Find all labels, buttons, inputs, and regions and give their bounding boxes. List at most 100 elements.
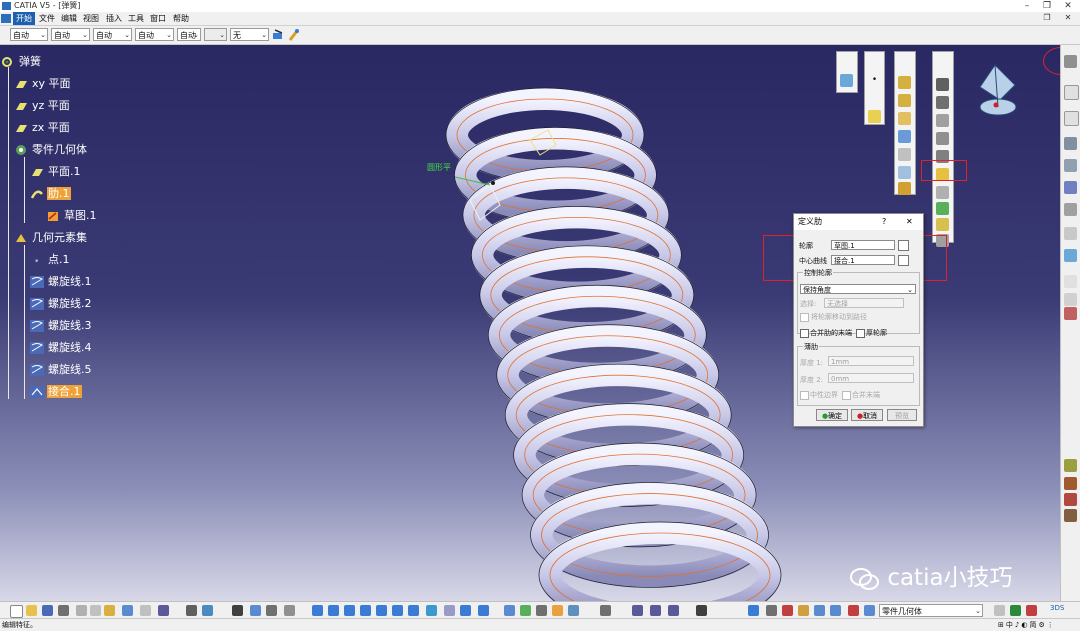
pocket-tool-icon[interactable] — [898, 94, 911, 107]
multi-section-tool-icon[interactable] — [936, 78, 949, 91]
publish-icon[interactable] — [1064, 459, 1077, 472]
define-work-object-icon[interactable] — [864, 605, 875, 616]
constraint-display-icon[interactable] — [782, 605, 793, 616]
menu-tools[interactable]: 工具 — [125, 12, 147, 25]
material-library-icon[interactable] — [568, 605, 579, 616]
preview-button[interactable]: 预览 — [887, 409, 917, 421]
measure-item-icon[interactable] — [650, 605, 661, 616]
sketch-plane-icon[interactable] — [848, 605, 859, 616]
tree-item-rib1[interactable]: 肋.1 — [30, 186, 71, 202]
print-icon[interactable] — [58, 605, 69, 616]
layer-combo[interactable]: 无 ⌄ — [230, 28, 269, 41]
tree-item-sketch1[interactable]: 草图.1 — [46, 208, 98, 224]
ok-button[interactable]: ●确定 — [816, 409, 848, 421]
hole-tool-icon[interactable] — [898, 148, 911, 161]
center-curve-field[interactable]: 接合.1 — [831, 255, 895, 265]
macro-icon[interactable] — [600, 605, 611, 616]
menu-window[interactable]: 窗口 — [147, 12, 169, 25]
point-tool-icon[interactable]: • — [868, 74, 881, 87]
transform-icon[interactable] — [1064, 275, 1077, 288]
swap-visible-icon[interactable] — [478, 605, 489, 616]
update-icon[interactable] — [520, 605, 531, 616]
zoom-in-icon[interactable] — [376, 605, 387, 616]
painter-icon[interactable] — [271, 28, 285, 42]
material-icon[interactable] — [1064, 477, 1077, 490]
thickness1-field[interactable]: 1mm — [828, 356, 914, 366]
parameter-icon[interactable] — [798, 605, 809, 616]
apply-material-icon[interactable] — [1064, 493, 1077, 506]
save-icon[interactable] — [42, 605, 53, 616]
transparency-combo[interactable]: 自动 ⌄ — [51, 28, 90, 41]
axis-icon[interactable] — [1064, 203, 1077, 216]
profile-field[interactable]: 草图.1 — [831, 240, 895, 250]
view-mode-icon[interactable] — [766, 605, 777, 616]
neutral-fiber-checkbox[interactable] — [800, 391, 809, 400]
undo-icon[interactable] — [122, 605, 133, 616]
thickness-tool-icon[interactable] — [936, 132, 949, 145]
layer-filter-combo[interactable]: ⌄ — [204, 28, 227, 41]
doc-close-button[interactable]: ✕ — [1058, 12, 1078, 24]
cancel-button[interactable]: ●取消 — [851, 409, 883, 421]
brush-icon[interactable] — [287, 28, 301, 42]
normal-view-icon[interactable] — [408, 605, 419, 616]
rotate-part-icon[interactable] — [536, 605, 547, 616]
solid-combine-tool-icon[interactable] — [936, 202, 949, 215]
catalog-icon[interactable] — [266, 605, 277, 616]
removed-section-tool-icon[interactable] — [936, 96, 949, 109]
line-weight-combo[interactable]: 自动 ⌄ — [93, 28, 132, 41]
tree-item-zx-plane[interactable]: zx 平面 — [14, 120, 71, 136]
doc-restore-button[interactable]: ❐ — [1037, 12, 1057, 24]
table-icon[interactable] — [232, 605, 243, 616]
delete-icon[interactable] — [1026, 605, 1037, 616]
work-object-combo[interactable]: 零件几何体 ⌄ — [879, 604, 983, 617]
point-style-combo[interactable]: 自动 ⌄ — [177, 28, 201, 41]
control-profile-select[interactable]: 保持角度 ⌄ — [800, 284, 916, 294]
annotation-icon[interactable] — [1064, 307, 1077, 320]
boolean-icon[interactable] — [1064, 249, 1077, 262]
line-tool-icon[interactable] — [868, 92, 881, 105]
redo-icon[interactable] — [140, 605, 151, 616]
menu-start[interactable]: 开始 — [13, 12, 35, 25]
tree-item-helix1[interactable]: 螺旋线.1 — [30, 274, 93, 290]
tree-item-helix5[interactable]: 螺旋线.5 — [30, 362, 93, 378]
shell-tool-icon[interactable] — [936, 114, 949, 127]
analysis-icon[interactable] — [1064, 137, 1077, 150]
tree-item-helix2[interactable]: 螺旋线.2 — [30, 296, 93, 312]
dialog-close-button[interactable]: ✕ — [906, 214, 913, 230]
merge-ends-checkbox[interactable] — [800, 329, 809, 338]
shading-icon[interactable] — [444, 605, 455, 616]
sketch-quick-icon[interactable] — [552, 605, 563, 616]
open-icon[interactable] — [26, 605, 37, 616]
sketcher-icon[interactable] — [1064, 111, 1079, 126]
selection-field[interactable]: 无选择 — [824, 298, 904, 308]
comment-icon[interactable] — [202, 605, 213, 616]
stiffener-tool-icon[interactable] — [898, 182, 911, 195]
tree-item-helix4[interactable]: 螺旋线.4 — [30, 340, 93, 356]
zoom-out-icon[interactable] — [392, 605, 403, 616]
thick-profile-checkbox[interactable] — [856, 329, 865, 338]
measure-between-icon[interactable] — [632, 605, 643, 616]
slot-tool-icon[interactable] — [936, 186, 949, 199]
hide-show-icon[interactable] — [460, 605, 471, 616]
paste-icon[interactable] — [104, 605, 115, 616]
close-window-button[interactable]: ✕ — [1058, 0, 1078, 12]
menu-insert[interactable]: 插入 — [103, 12, 125, 25]
reorder-icon[interactable] — [1010, 605, 1021, 616]
draft-tool-icon[interactable] — [936, 218, 949, 231]
check-icon[interactable] — [284, 605, 295, 616]
tree-item-join1[interactable]: 接合.1 — [30, 384, 82, 400]
plane-tool-icon[interactable] — [868, 110, 881, 123]
groove-tool-icon[interactable] — [898, 130, 911, 143]
copy-icon[interactable] — [90, 605, 101, 616]
whats-this-icon[interactable] — [158, 605, 169, 616]
merge-end-checkbox[interactable] — [842, 391, 851, 400]
render-icon[interactable] — [1064, 509, 1077, 522]
sketch-tool-icon[interactable] — [840, 74, 853, 87]
tree-item-plane1[interactable]: 平面.1 — [30, 164, 82, 180]
tree-item-part-body[interactable]: 零件几何体 — [14, 142, 88, 158]
maximize-button[interactable]: ❐ — [1037, 0, 1057, 12]
fly-mode-icon[interactable] — [312, 605, 323, 616]
profile-sketch-button[interactable] — [898, 240, 909, 251]
constraint-icon[interactable] — [1064, 227, 1077, 240]
measure-inertia-icon[interactable] — [668, 605, 679, 616]
